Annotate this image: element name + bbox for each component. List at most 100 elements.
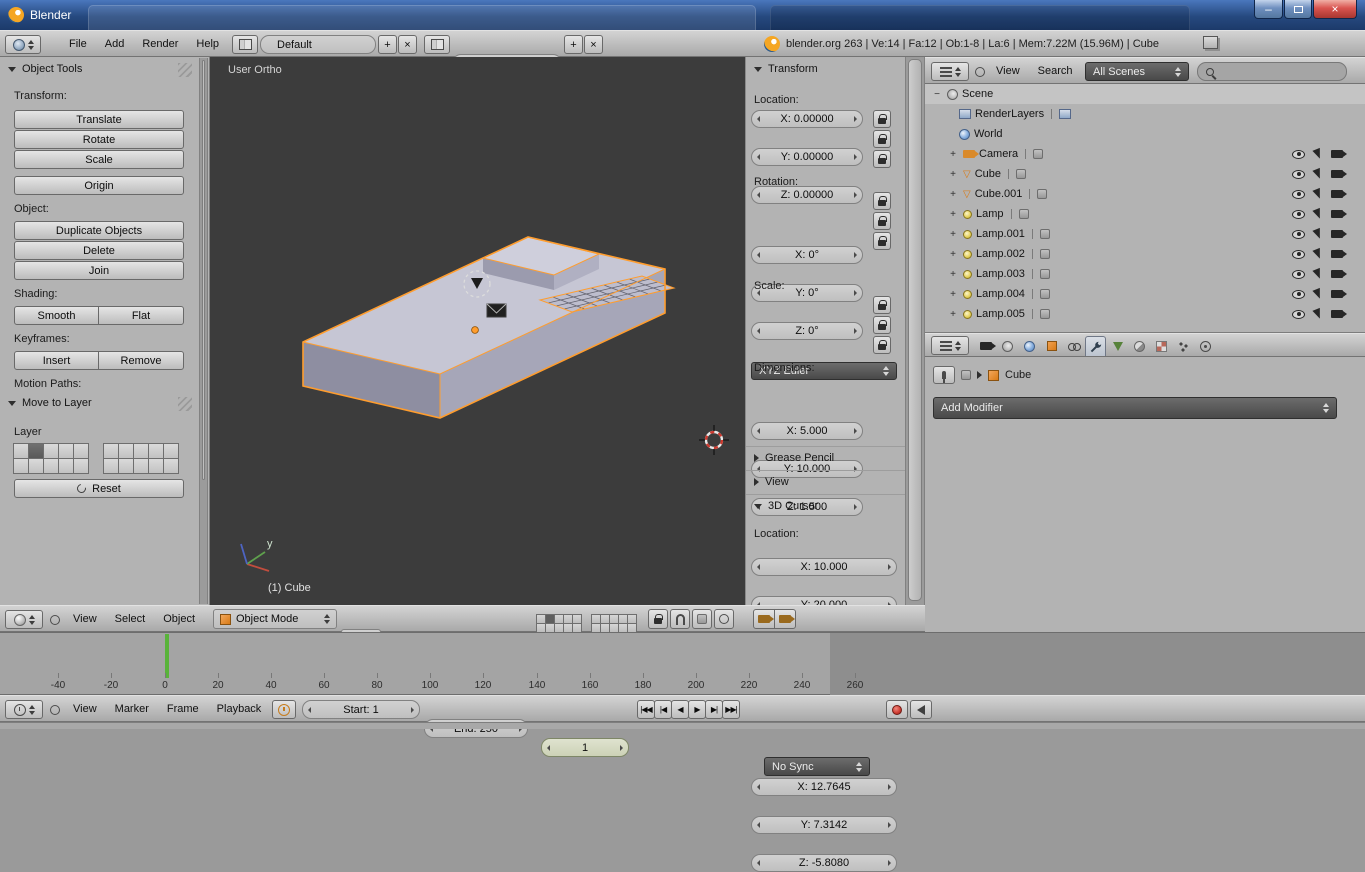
menu-marker[interactable]: Marker — [106, 703, 158, 715]
tool-shelf-scrollbar[interactable] — [199, 58, 208, 604]
play-button[interactable]: ▶ — [688, 700, 706, 719]
close-button[interactable]: × — [1313, 0, 1357, 19]
view-panel-header[interactable]: View — [754, 476, 789, 488]
scale-x-field[interactable]: X: 5.000 — [751, 422, 863, 440]
layer-toggle[interactable] — [103, 443, 119, 459]
editor-type-button[interactable] — [5, 700, 43, 719]
menu-playback[interactable]: Playback — [208, 703, 271, 715]
menu-add[interactable]: Add — [96, 38, 134, 50]
cursor-y-field[interactable]: Y: 7.3142 — [751, 816, 897, 834]
header-collapse-icon[interactable] — [50, 705, 60, 715]
editor-type-button[interactable] — [931, 336, 969, 355]
delete-button[interactable]: Delete — [14, 241, 184, 260]
selectability-cursor-icon[interactable] — [1312, 148, 1323, 160]
expand-icon[interactable]: + — [947, 309, 959, 320]
titlebar[interactable]: Blender – × — [0, 0, 1365, 30]
layer-toggle[interactable] — [73, 458, 89, 474]
next-keyframe-button[interactable]: ▶| — [705, 700, 723, 719]
expand-icon[interactable]: + — [947, 169, 959, 180]
renderability-camera-icon[interactable] — [1331, 290, 1343, 298]
rotation-y-lock-button[interactable] — [873, 212, 891, 230]
selectability-cursor-icon[interactable] — [1312, 268, 1323, 280]
selectability-cursor-icon[interactable] — [1312, 288, 1323, 300]
layer-toggle[interactable] — [133, 458, 149, 474]
outliner-row-camera[interactable]: + Camera — [925, 144, 1365, 164]
minimize-button[interactable]: – — [1254, 0, 1283, 19]
location-z-field[interactable]: Z: 0.00000 — [751, 186, 863, 204]
header-layer-grid-left[interactable] — [537, 614, 584, 633]
visibility-eye-icon[interactable] — [1292, 290, 1305, 299]
menu-file[interactable]: File — [60, 38, 96, 50]
rotate-button[interactable]: Rotate — [14, 130, 184, 149]
current-frame-field[interactable]: 1 — [541, 738, 629, 757]
outliner-row-world[interactable]: World — [925, 124, 1365, 144]
outliner-scope-dropdown[interactable]: All Scenes — [1085, 62, 1189, 81]
scene-browse-button[interactable] — [424, 35, 450, 54]
transform-panel-header[interactable]: Transform — [754, 63, 818, 75]
tab-physics[interactable] — [1195, 336, 1216, 356]
lock-to-scene-button[interactable] — [648, 609, 668, 629]
header-collapse-icon[interactable] — [50, 615, 60, 625]
selectability-cursor-icon[interactable] — [1312, 248, 1323, 260]
tab-modifiers[interactable] — [1085, 336, 1106, 356]
outliner-row-lamp[interactable]: + Lamp — [925, 204, 1365, 224]
layer-toggle[interactable] — [73, 443, 89, 459]
visibility-eye-icon[interactable] — [1292, 150, 1305, 159]
editor-type-button[interactable] — [5, 610, 43, 629]
tab-particles[interactable] — [1173, 336, 1194, 356]
tab-material[interactable] — [1129, 336, 1150, 356]
layer-toggle[interactable] — [118, 443, 134, 459]
collapse-icon[interactable]: − — [931, 89, 943, 100]
origin-button[interactable]: Origin — [14, 176, 184, 195]
tab-texture[interactable] — [1151, 336, 1172, 356]
location-x-lock-button[interactable] — [873, 110, 891, 128]
visibility-eye-icon[interactable] — [1292, 270, 1305, 279]
snap-magnet-button[interactable] — [670, 609, 690, 629]
insert-keyframe-button[interactable]: Insert — [14, 351, 99, 370]
screen-delete-button[interactable]: × — [398, 35, 417, 54]
shade-flat-button[interactable]: Flat — [98, 306, 184, 325]
duplicate-objects-button[interactable]: Duplicate Objects — [14, 221, 184, 240]
menu-view[interactable]: View — [987, 65, 1029, 77]
outliner-row-lamp002[interactable]: + Lamp.002 — [925, 244, 1365, 264]
translate-button[interactable]: Translate — [14, 110, 184, 129]
viewport-3d[interactable]: User Ortho y (1) Cube — [210, 57, 745, 605]
layer-toggle[interactable] — [13, 458, 29, 474]
scrollbar-handle[interactable] — [908, 59, 922, 601]
n-panel-scrollbar[interactable] — [905, 57, 925, 605]
scale-z-lock-button[interactable] — [873, 336, 891, 354]
expand-icon[interactable]: + — [947, 209, 959, 220]
play-reverse-button[interactable]: ◀ — [671, 700, 689, 719]
header-layer-grid-right[interactable] — [592, 614, 639, 633]
maximize-button[interactable] — [1284, 0, 1312, 19]
prev-keyframe-button[interactable]: |◀ — [654, 700, 672, 719]
layer-toggle[interactable] — [118, 458, 134, 474]
mute-button[interactable] — [910, 700, 932, 719]
cursor-3d-panel-header[interactable]: 3D Cursor — [754, 500, 818, 512]
selectability-cursor-icon[interactable] — [1312, 188, 1323, 200]
outliner-row-lamp005[interactable]: + Lamp.005 — [925, 304, 1365, 324]
shade-smooth-button[interactable]: Smooth — [14, 306, 99, 325]
visibility-eye-icon[interactable] — [1292, 310, 1305, 319]
renderability-camera-icon[interactable] — [1331, 150, 1343, 158]
tab-object-data[interactable] — [1107, 336, 1128, 356]
reset-button[interactable]: Reset — [14, 479, 184, 498]
selectability-cursor-icon[interactable] — [1312, 168, 1323, 180]
window-duplicate-icon[interactable] — [1203, 36, 1218, 49]
rotation-x-lock-button[interactable] — [873, 192, 891, 210]
header-collapse-icon[interactable] — [975, 67, 985, 77]
outliner-search-input[interactable] — [1197, 62, 1347, 81]
expand-icon[interactable]: + — [947, 189, 959, 200]
tab-object[interactable] — [1041, 336, 1062, 356]
expand-icon[interactable]: + — [947, 149, 959, 160]
expand-icon[interactable]: + — [947, 269, 959, 280]
editor-type-button[interactable] — [5, 35, 41, 54]
visibility-eye-icon[interactable] — [1292, 250, 1305, 259]
rotation-x-field[interactable]: X: 0° — [751, 246, 863, 264]
renderability-camera-icon[interactable] — [1331, 210, 1343, 218]
layer-toggle[interactable] — [43, 458, 59, 474]
layer-toggle[interactable] — [13, 443, 29, 459]
visibility-eye-icon[interactable] — [1292, 230, 1305, 239]
scale-button[interactable]: Scale — [14, 150, 184, 169]
render-result-icon[interactable] — [1059, 109, 1071, 119]
